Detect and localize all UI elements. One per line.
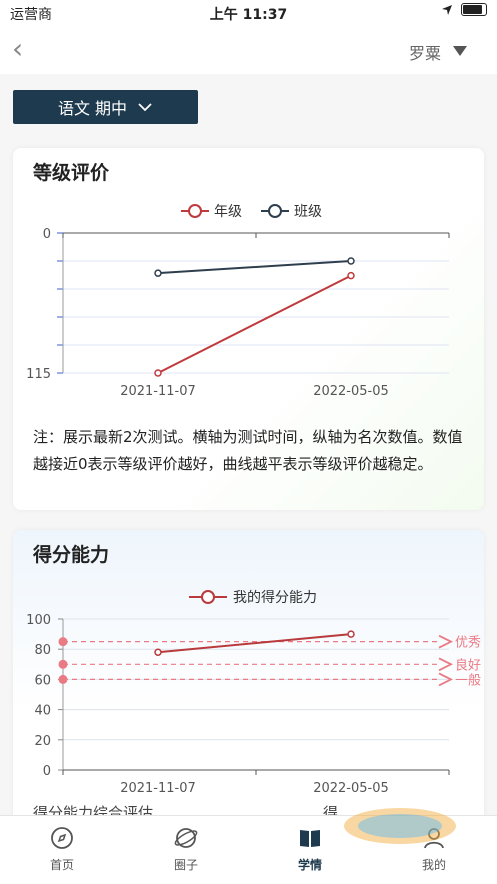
legend-label: 我的得分能力 [233,589,317,606]
data-point [347,271,355,280]
score-card: 得分能力 我的得分能力 0 20 40 60 80 100 2021-11-07 2022-05… [13,530,484,830]
reference-label: 一般 [455,672,481,688]
book-icon [300,830,320,847]
y-tick-label: 0 [43,764,51,779]
status-bar: 运营商 上午 11:37 [0,0,497,26]
data-point [154,648,162,656]
user-dropdown-icon[interactable] [453,46,467,56]
location-icon [442,4,452,15]
x-tick-label: 2022-05-05 [313,384,389,399]
y-tick-label: 20 [34,734,51,749]
legend-label: 班级 [294,204,322,220]
grade-chart: 年级 班级 0 115 2021-11-07 2022-05-05 [26,204,450,399]
x-tick-label: 2021-11-07 [120,384,196,399]
reference-label: 优秀 [455,636,481,651]
status-icons [441,3,487,16]
planet-icon [174,828,198,848]
y-tick-label: 40 [34,704,51,719]
y-tick-label: 115 [26,367,51,382]
data-point [154,269,162,277]
x-tick-label: 2021-11-07 [120,781,196,796]
nav-bar: ‹ 罗粟 [0,26,497,74]
tab-mine-label: 我的 [421,858,446,872]
x-tick-label: 2022-05-05 [313,781,389,796]
reference-label: 良好 [455,657,481,673]
battery-icon [461,3,487,16]
compass-icon [51,827,73,849]
data-point [154,369,162,377]
reference-arrow [438,657,454,672]
exam-selector[interactable]: 语文 期中 [13,90,198,124]
legend-label: 年级 [214,204,242,220]
data-point [347,630,355,638]
watermark-logo [344,808,456,844]
grade-card-title: 等级评价 [33,162,110,184]
tab-home-label: 首页 [49,858,74,872]
tab-circle[interactable]: 圈子 [124,816,248,884]
data-point [347,257,355,265]
y-tick-label: 80 [34,643,51,658]
back-icon[interactable]: ‹ [12,32,23,65]
grade-note: 注：展示最新2次测试。横轴为测试时间，纵轴为名次数值。数值越接近0表示等级评价越… [33,428,463,473]
user-name[interactable]: 罗粟 [409,40,441,64]
tab-circle-label: 圈子 [173,858,198,872]
tab-study-label: 学情 [297,858,322,872]
grade-card: 等级评价 年级 班级 0 115 2021-11-07 2022-05-05 注：展示最新… [13,148,484,510]
y-tick-label: 0 [43,227,51,242]
y-tick-label: 60 [34,673,51,688]
legend-marker [201,590,215,604]
chevron-down-icon [138,103,152,112]
status-time: 上午 11:37 [209,7,288,23]
tab-home[interactable]: 首页 [0,816,124,884]
legend-marker [268,204,282,218]
y-tick-label: 100 [26,613,51,628]
series-line [157,260,352,275]
series-line [157,274,352,374]
exam-selector-label: 语文 期中 [57,99,128,118]
reference-arrow [438,634,454,649]
legend-marker [188,204,202,218]
score-card-title: 得分能力 [33,544,110,566]
